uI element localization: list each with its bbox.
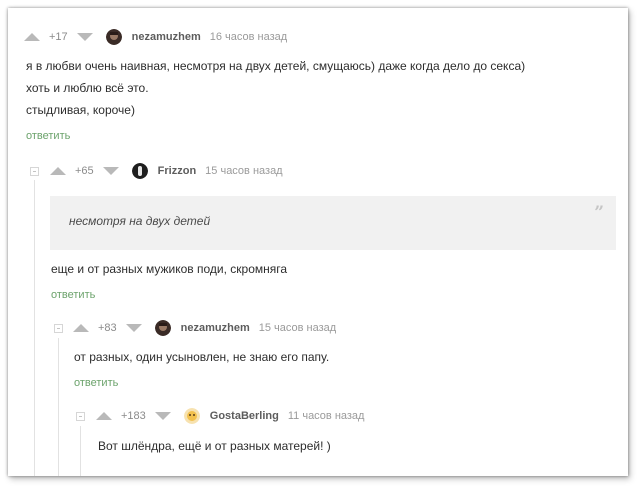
comment-rating: +83 xyxy=(98,322,117,334)
comment-header: +83 nezamuzhem 15 часов назад xyxy=(73,317,336,339)
comment-text-line: от разных, один усыновлен, не знаю его п… xyxy=(74,350,330,364)
comment-header: +65 Frizzon 15 часов назад xyxy=(50,160,283,182)
comment-text-line: еще и от разных мужиков поди, скромняга xyxy=(51,262,288,276)
username[interactable]: nezamuzhem xyxy=(132,31,201,43)
timestamp[interactable]: 15 часов назад xyxy=(205,165,282,177)
comment-text-line: стыдливая, короче) xyxy=(26,103,135,117)
comment-text-line: Вот шлёндра, ещё и от разных матерей! ) xyxy=(98,439,331,453)
timestamp[interactable]: 11 часов назад xyxy=(288,410,365,422)
timestamp[interactable]: 15 часов назад xyxy=(259,322,336,334)
downvote-icon[interactable] xyxy=(154,412,171,420)
upvote-icon[interactable] xyxy=(24,33,40,41)
downvote-icon[interactable] xyxy=(76,33,93,41)
username[interactable]: nezamuzhem xyxy=(181,322,250,334)
collapse-toggle[interactable] xyxy=(76,412,85,421)
comment-header: +183 GostaBerling 11 часов назад xyxy=(96,405,364,427)
thread-line xyxy=(80,426,81,476)
comment-header: +17 nezamuzhem 16 часов назад xyxy=(24,26,287,48)
downvote-icon[interactable] xyxy=(125,324,142,332)
avatar[interactable] xyxy=(105,29,122,45)
comment-text-line: хоть и люблю всё это. xyxy=(26,81,149,95)
comment-rating: +183 xyxy=(121,410,146,422)
timestamp[interactable]: 16 часов назад xyxy=(210,31,287,43)
avatar[interactable] xyxy=(183,408,200,424)
reply-link[interactable]: ответить xyxy=(51,289,95,301)
collapse-toggle[interactable] xyxy=(30,167,39,176)
thread-line xyxy=(58,338,59,476)
collapse-toggle[interactable] xyxy=(54,324,63,333)
avatar[interactable] xyxy=(154,320,171,336)
thread-line xyxy=(34,180,35,476)
reply-link[interactable]: ответить xyxy=(74,377,118,389)
avatar[interactable] xyxy=(131,163,148,179)
quote-block: несмотря на двух детей ” xyxy=(50,196,616,250)
username[interactable]: GostaBerling xyxy=(210,410,279,422)
comment-rating: +17 xyxy=(49,31,68,43)
reply-link[interactable]: ответить xyxy=(26,130,70,142)
quote-text: несмотря на двух детей xyxy=(69,214,211,228)
comment-rating: +65 xyxy=(75,165,94,177)
comment-text-line: я в любви очень наивная, несмотря на дву… xyxy=(26,59,526,73)
comment-thread: +17 nezamuzhem 16 часов назад я в любви … xyxy=(8,8,628,476)
quote-icon: ” xyxy=(594,203,604,223)
upvote-icon[interactable] xyxy=(96,412,112,420)
upvote-icon[interactable] xyxy=(73,324,89,332)
username[interactable]: Frizzon xyxy=(158,165,197,177)
upvote-icon[interactable] xyxy=(50,167,66,175)
downvote-icon[interactable] xyxy=(102,167,119,175)
